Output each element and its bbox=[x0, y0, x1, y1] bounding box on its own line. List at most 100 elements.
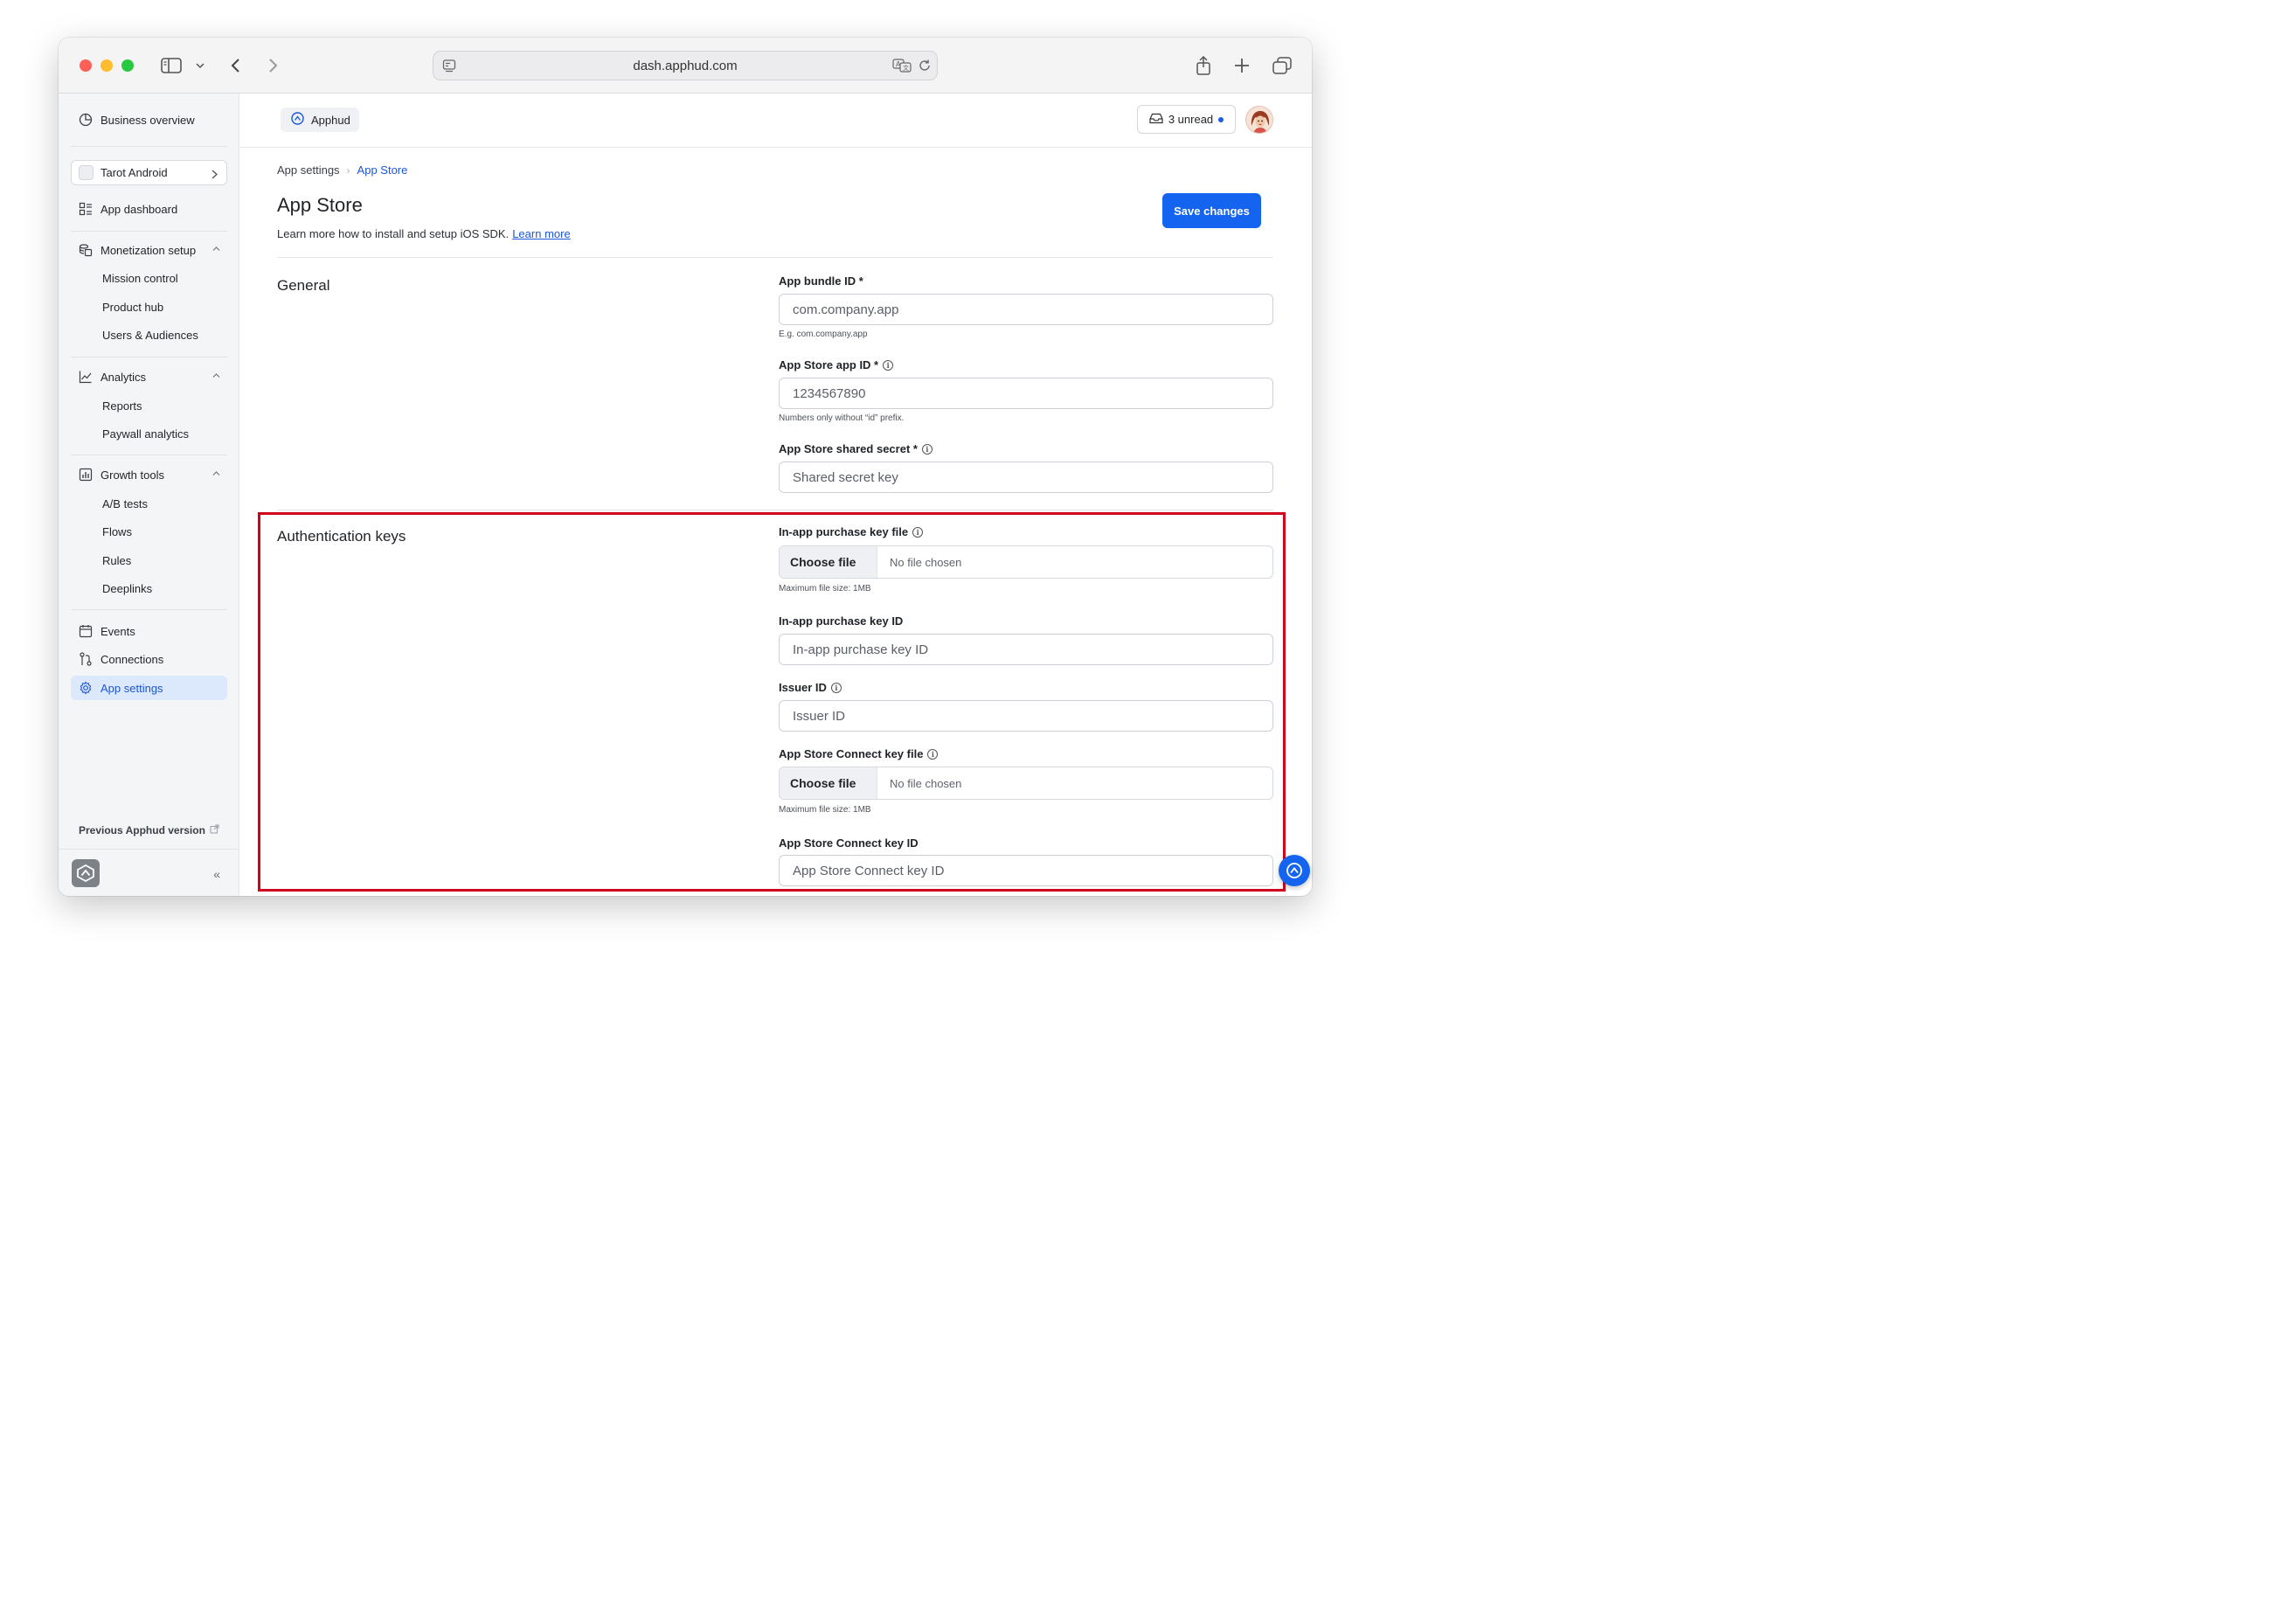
sidebar-item-paywall-analytics[interactable]: Paywall analytics bbox=[102, 424, 189, 443]
reload-icon[interactable] bbox=[918, 59, 932, 77]
support-chat-button[interactable] bbox=[1279, 855, 1310, 886]
sidebar: Business overview Tarot Android App dash… bbox=[59, 94, 239, 896]
learn-more-link[interactable]: Learn more bbox=[512, 227, 570, 240]
bundle-id-label: App bundle ID * bbox=[779, 274, 863, 288]
shared-secret-label: App Store shared secret * i bbox=[779, 442, 933, 455]
org-switcher[interactable]: Apphud bbox=[281, 108, 359, 132]
sidebar-item-label: Monetization setup bbox=[101, 243, 197, 257]
sidebar-item-app-dashboard[interactable]: App dashboard bbox=[71, 197, 227, 221]
sidebar-item-product-hub[interactable]: Product hub bbox=[102, 297, 163, 316]
general-section-title: General bbox=[277, 277, 330, 294]
sidebar-toggle-icon[interactable] bbox=[160, 53, 183, 78]
sidebar-item-growth-tools[interactable]: Growth tools bbox=[71, 462, 227, 487]
share-icon[interactable] bbox=[1195, 53, 1212, 78]
chevron-down-icon[interactable] bbox=[195, 53, 205, 78]
sidebar-item-label: App dashboard bbox=[101, 202, 178, 216]
sidebar-item-events[interactable]: Events bbox=[71, 619, 227, 643]
apphud-logo-icon[interactable] bbox=[72, 859, 100, 887]
line-chart-icon bbox=[78, 369, 94, 385]
zoom-window-button[interactable] bbox=[121, 59, 134, 72]
app-selector-label: Tarot Android bbox=[101, 166, 168, 179]
sidebar-item-label: Business overview bbox=[101, 113, 195, 127]
back-arrow-icon[interactable] bbox=[228, 53, 242, 78]
previous-version-link[interactable]: Previous Apphud version bbox=[79, 824, 219, 836]
connections-icon bbox=[78, 651, 94, 667]
page-subtitle: Learn more how to install and setup iOS … bbox=[277, 227, 571, 240]
iap-key-id-label: In-app purchase key ID bbox=[779, 614, 903, 628]
asc-key-file-hint: Maximum file size: 1MB bbox=[779, 805, 871, 815]
collapse-sidebar-icon[interactable]: « bbox=[213, 867, 220, 881]
tab-overview-icon[interactable] bbox=[1272, 53, 1292, 78]
choose-file-button[interactable]: Choose file bbox=[780, 767, 877, 799]
bundle-id-label-text: App bundle ID * bbox=[779, 274, 863, 288]
iap-key-file-hint: Maximum file size: 1MB bbox=[779, 584, 871, 593]
breadcrumb: App settings › App Store bbox=[277, 163, 407, 177]
info-icon[interactable]: i bbox=[912, 526, 924, 538]
info-icon[interactable]: i bbox=[883, 359, 894, 371]
info-icon[interactable]: i bbox=[927, 748, 939, 760]
sidebar-divider bbox=[71, 231, 227, 232]
chevron-up-icon bbox=[212, 471, 220, 475]
inbox-icon bbox=[1149, 113, 1163, 127]
iap-key-id-input[interactable] bbox=[779, 634, 1273, 665]
chevron-up-icon bbox=[212, 246, 220, 251]
sidebar-item-connections[interactable]: Connections bbox=[71, 647, 227, 671]
sidebar-item-analytics[interactable]: Analytics bbox=[71, 364, 227, 389]
sidebar-item-label: Growth tools bbox=[101, 468, 164, 482]
minimize-window-button[interactable] bbox=[101, 59, 113, 72]
app-selector[interactable]: Tarot Android bbox=[71, 160, 227, 185]
shared-secret-label-text: App Store shared secret * bbox=[779, 442, 918, 455]
asc-key-id-label-text: App Store Connect key ID bbox=[779, 836, 919, 850]
new-tab-plus-icon[interactable] bbox=[1233, 53, 1251, 78]
section-divider bbox=[277, 257, 1273, 258]
address-bar[interactable]: dash.apphud.com A文 bbox=[433, 51, 938, 80]
asc-key-file-input[interactable]: Choose file No file chosen bbox=[779, 767, 1273, 800]
org-name: Apphud bbox=[311, 113, 350, 127]
pie-chart-icon bbox=[78, 112, 94, 128]
sidebar-item-ab-tests[interactable]: A/B tests bbox=[102, 494, 148, 513]
forward-arrow-icon[interactable] bbox=[267, 53, 281, 78]
browser-toolbar: dash.apphud.com A文 bbox=[59, 38, 1312, 94]
asc-key-id-label: App Store Connect key ID bbox=[779, 836, 919, 850]
iap-key-file-label: In-app purchase key file i bbox=[779, 525, 924, 538]
close-window-button[interactable] bbox=[80, 59, 92, 72]
sidebar-item-label: Analytics bbox=[101, 370, 147, 384]
chevron-right-icon bbox=[211, 169, 218, 182]
coins-icon bbox=[78, 242, 94, 258]
sidebar-item-label: App settings bbox=[101, 681, 163, 695]
iap-key-file-input[interactable]: Choose file No file chosen bbox=[779, 545, 1273, 579]
info-icon[interactable]: i bbox=[921, 443, 933, 455]
app-store-app-id-input[interactable] bbox=[779, 378, 1273, 409]
choose-file-button[interactable]: Choose file bbox=[780, 546, 877, 578]
breadcrumb-current: App Store bbox=[357, 163, 408, 177]
issuer-id-label-text: Issuer ID bbox=[779, 681, 827, 694]
translate-icon[interactable]: A文 bbox=[892, 59, 912, 77]
user-avatar[interactable] bbox=[1245, 106, 1273, 134]
issuer-id-input[interactable] bbox=[779, 700, 1273, 732]
sidebar-item-users-audiences[interactable]: Users & Audiences bbox=[102, 325, 198, 344]
sidebar-item-deeplinks[interactable]: Deeplinks bbox=[102, 579, 152, 598]
asc-key-file-label-text: App Store Connect key file bbox=[779, 747, 924, 760]
notifications-button[interactable]: 3 unread bbox=[1137, 105, 1236, 134]
file-status: No file chosen bbox=[890, 555, 962, 569]
sidebar-divider bbox=[71, 609, 227, 610]
shared-secret-input[interactable] bbox=[779, 462, 1273, 493]
iap-key-file-label-text: In-app purchase key file bbox=[779, 525, 909, 538]
growth-chart-icon bbox=[78, 467, 94, 482]
sidebar-item-flows[interactable]: Flows bbox=[102, 522, 132, 541]
browser-window: dash.apphud.com A文 Business overview Tar… bbox=[59, 38, 1312, 896]
sidebar-item-reports[interactable]: Reports bbox=[102, 396, 142, 415]
save-changes-button[interactable]: Save changes bbox=[1162, 193, 1261, 228]
unread-count: 3 unread bbox=[1168, 113, 1214, 126]
sidebar-item-mission-control[interactable]: Mission control bbox=[102, 268, 178, 288]
breadcrumb-separator: › bbox=[346, 163, 350, 177]
asc-key-id-input[interactable] bbox=[779, 855, 1273, 886]
sidebar-item-app-settings[interactable]: App settings bbox=[71, 676, 227, 700]
sidebar-item-business-overview[interactable]: Business overview bbox=[71, 108, 227, 132]
info-icon[interactable]: i bbox=[830, 682, 842, 693]
sidebar-item-rules[interactable]: Rules bbox=[102, 551, 131, 570]
sidebar-item-monetization-setup[interactable]: Monetization setup bbox=[71, 238, 227, 262]
bundle-id-input[interactable] bbox=[779, 294, 1273, 325]
breadcrumb-parent[interactable]: App settings bbox=[277, 163, 340, 177]
issuer-id-label: Issuer ID i bbox=[779, 681, 842, 694]
